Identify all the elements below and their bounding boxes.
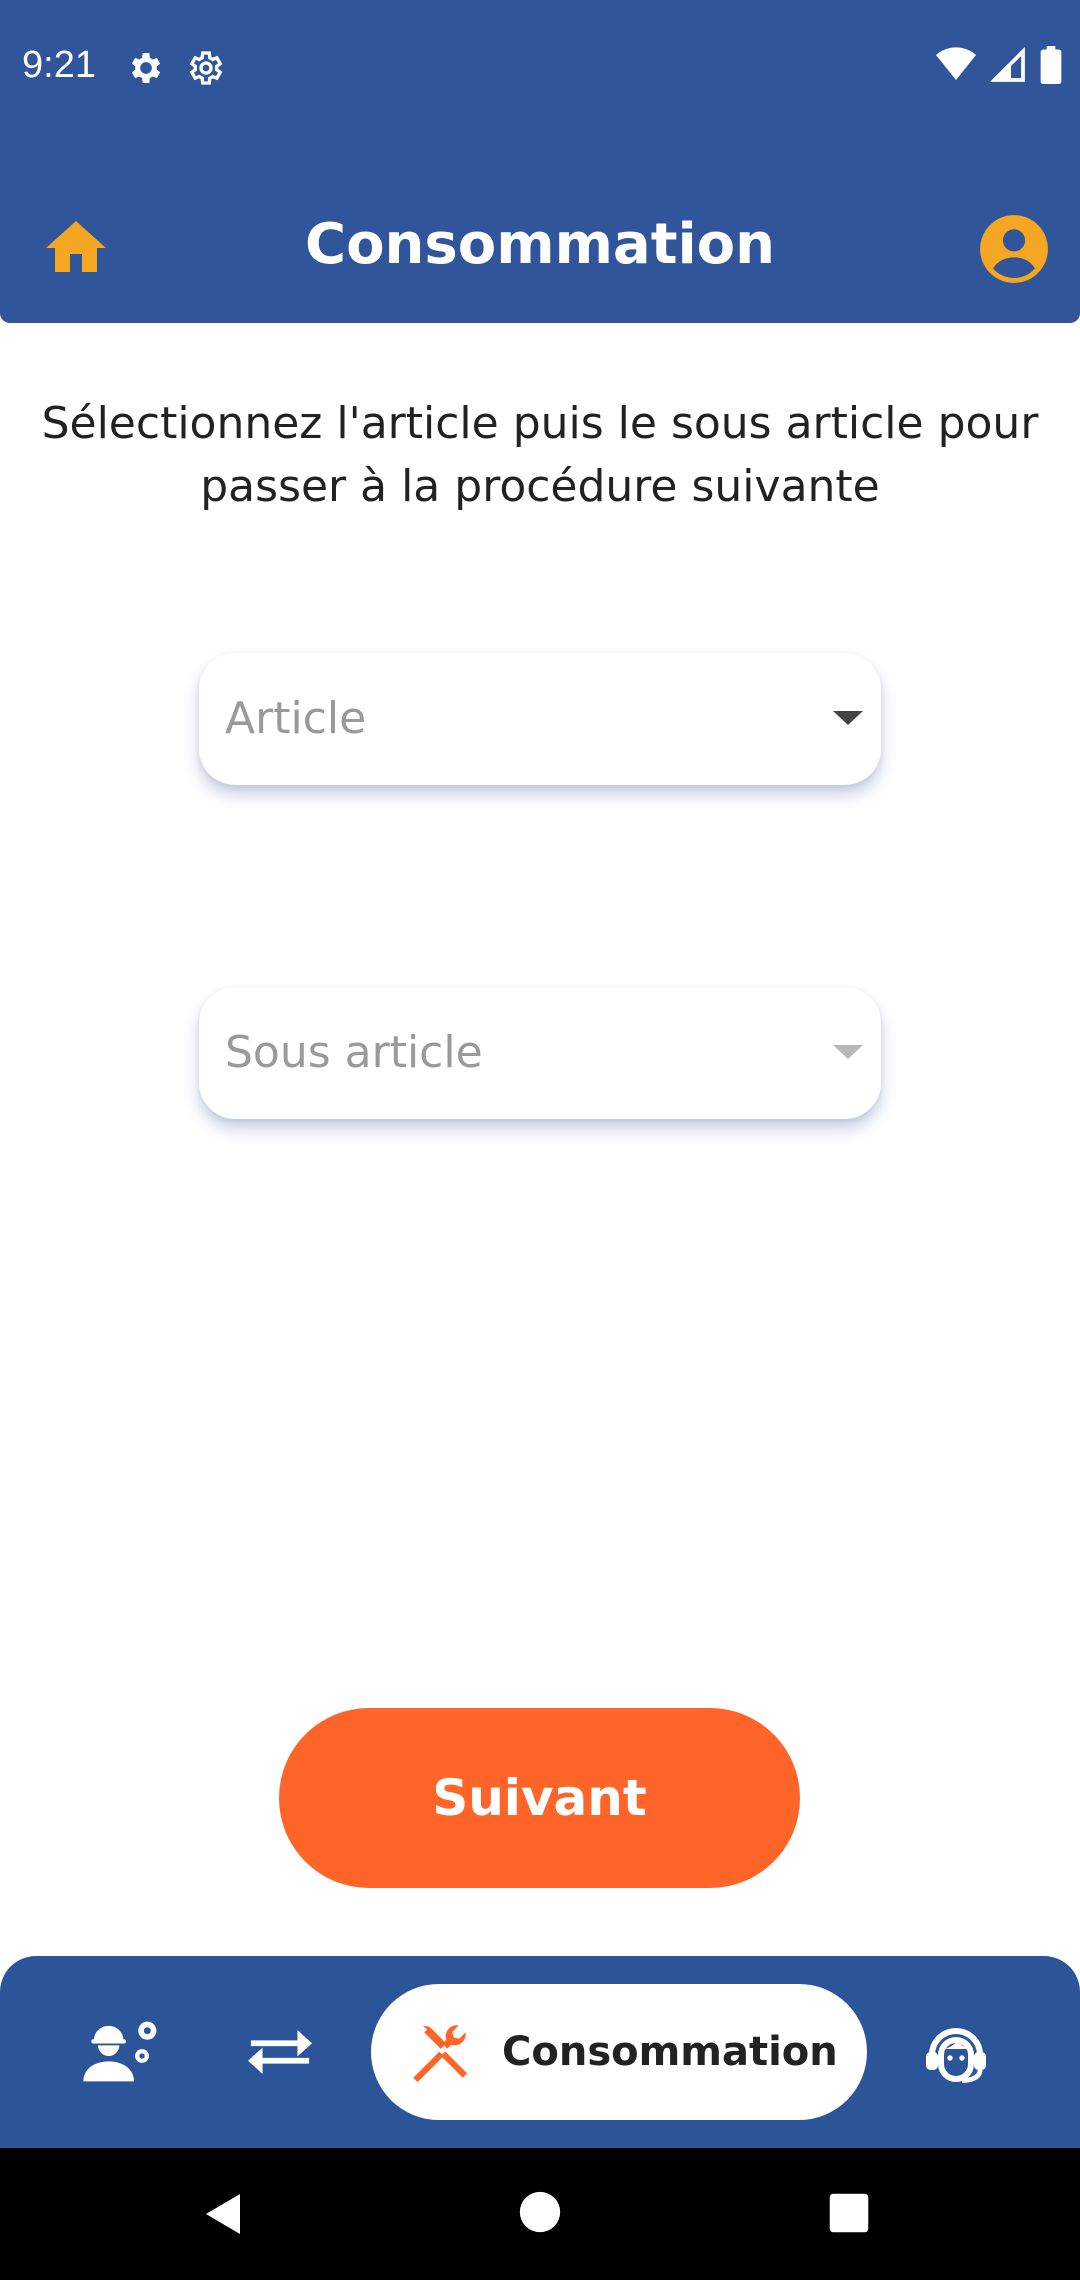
back-icon[interactable] bbox=[200, 2190, 248, 2238]
sous-article-dropdown[interactable]: Sous article bbox=[199, 987, 881, 1119]
sous-article-dropdown-placeholder: Sous article bbox=[225, 1027, 483, 1078]
status-time: 9:21 bbox=[22, 44, 96, 86]
system-navigation-bar bbox=[0, 2148, 1080, 2280]
gear-outline-icon bbox=[189, 51, 223, 85]
worker-settings-icon[interactable] bbox=[82, 2016, 162, 2088]
bottom-navigation: Consommation bbox=[0, 1956, 1080, 2148]
tools-icon bbox=[413, 2025, 468, 2083]
instructions-text: Sélectionnez l'article puis le sous arti… bbox=[41, 398, 1039, 512]
home-circle-icon[interactable] bbox=[518, 2190, 562, 2234]
wifi-icon bbox=[936, 47, 976, 80]
battery-icon bbox=[1040, 46, 1062, 84]
nav-item-consommation[interactable]: Consommation bbox=[371, 1984, 867, 2120]
article-dropdown[interactable]: Article bbox=[199, 653, 881, 785]
gear-icon bbox=[131, 53, 161, 83]
nav-item-label: Consommation bbox=[502, 2029, 838, 2075]
next-button[interactable]: Suivant bbox=[279, 1708, 800, 1888]
account-circle-icon[interactable] bbox=[977, 212, 1051, 286]
status-icons bbox=[936, 46, 1062, 84]
page-title: Consommation bbox=[304, 212, 776, 277]
chevron-down-icon bbox=[833, 711, 863, 725]
signal-icon bbox=[990, 47, 1025, 82]
article-dropdown-placeholder: Article bbox=[225, 693, 367, 744]
chevron-down-icon bbox=[833, 1045, 863, 1059]
app-header: 9:21 Consommation bbox=[0, 0, 1080, 323]
support-agent-icon[interactable] bbox=[920, 2016, 992, 2088]
swap-arrows-icon[interactable] bbox=[244, 2020, 316, 2084]
recents-icon[interactable] bbox=[828, 2192, 870, 2234]
